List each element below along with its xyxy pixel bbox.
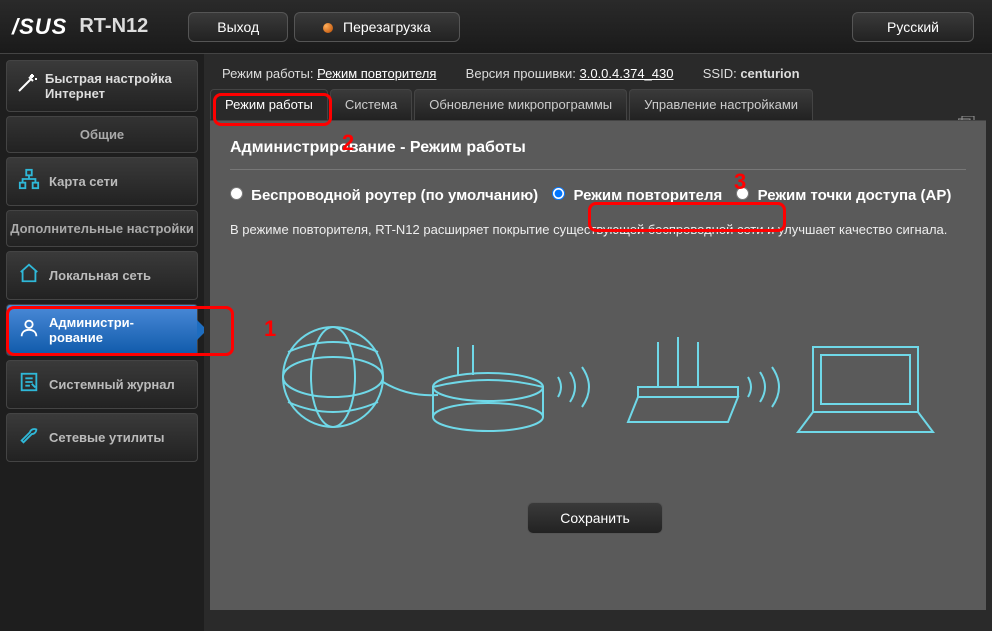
tools-label: Сетевые утилиты xyxy=(49,430,164,445)
save-button[interactable]: Сохранить xyxy=(527,502,663,534)
brand-logo: /SUS xyxy=(12,14,67,40)
reboot-icon xyxy=(323,23,333,33)
mode-description: В режиме повторителя, RT-N12 расширяет п… xyxy=(230,222,966,237)
tab-system[interactable]: Система xyxy=(330,89,412,120)
radio-repeater-input[interactable] xyxy=(552,187,565,200)
mode-radios: Беспроводной роутер (по умолчанию) Режим… xyxy=(230,184,966,208)
general-heading: Общие xyxy=(6,116,198,153)
main-area: Режим работы: Режим повторителя Версия п… xyxy=(204,54,992,631)
networkmap-label: Карта сети xyxy=(49,174,118,189)
tab-operation-mode[interactable]: Режим работы xyxy=(210,89,328,120)
mode-link[interactable]: Режим повторителя xyxy=(317,66,436,81)
user-icon xyxy=(15,317,43,344)
systemlog-label: Системный журнал xyxy=(49,377,175,392)
fw-link[interactable]: 3.0.0.4.374_430 xyxy=(580,66,674,81)
sidebar: Быстрая настройка Интернет Общие Карта с… xyxy=(0,54,204,631)
info-bar: Режим работы: Режим повторителя Версия п… xyxy=(204,54,992,89)
wand-icon xyxy=(15,71,39,101)
radio-ap[interactable]: Режим точки доступа (AP) xyxy=(736,187,951,204)
ssid-value: centurion xyxy=(740,66,799,81)
topology-diagram xyxy=(230,287,966,472)
radio-router[interactable]: Беспроводной роутер (по умолчанию) xyxy=(230,187,542,204)
logout-button[interactable]: Выход xyxy=(188,12,288,42)
log-icon xyxy=(15,371,43,398)
tab-settings-mgmt[interactable]: Управление настройками xyxy=(629,89,813,120)
administration-label: Администри- рование xyxy=(49,315,134,345)
lan-label: Локальная сеть xyxy=(49,268,151,283)
sidebar-item-lan[interactable]: Локальная сеть xyxy=(6,251,198,300)
advanced-heading: Дополнительные настройки xyxy=(6,210,198,247)
radio-repeater-label: Режим повторителя xyxy=(573,187,722,204)
language-select[interactable]: Русский xyxy=(852,12,974,42)
radio-ap-input[interactable] xyxy=(736,187,749,200)
qis-label: Быстрая настройка Интернет xyxy=(45,71,189,101)
reboot-label: Перезагрузка xyxy=(343,19,431,35)
wrench-icon xyxy=(15,424,43,451)
content-panel: Администрирование - Режим работы Беспров… xyxy=(210,120,986,610)
sidebar-item-tools[interactable]: Сетевые утилиты xyxy=(6,413,198,462)
reboot-button[interactable]: Перезагрузка xyxy=(294,12,460,42)
sidebar-item-administration[interactable]: Администри- рование xyxy=(6,304,198,356)
tab-firmware[interactable]: Обновление микропрограммы xyxy=(414,89,627,120)
qis-button[interactable]: Быстрая настройка Интернет xyxy=(6,60,198,112)
sidebar-item-systemlog[interactable]: Системный журнал xyxy=(6,360,198,409)
fw-label: Версия прошивки: xyxy=(466,66,576,81)
radio-repeater[interactable]: Режим повторителя xyxy=(552,187,726,204)
radio-router-label: Беспроводной роутер (по умолчанию) xyxy=(251,187,538,204)
tabs: Режим работы Система Обновление микропро… xyxy=(204,89,992,120)
radio-router-input[interactable] xyxy=(230,187,243,200)
home-icon xyxy=(15,262,43,289)
radio-ap-label: Режим точки доступа (AP) xyxy=(758,187,952,204)
model-name: RT-N12 xyxy=(79,15,148,38)
networkmap-icon xyxy=(15,168,43,195)
header-bar: /SUS RT-N12 Выход Перезагрузка Русский xyxy=(0,0,992,54)
ssid-label: SSID: xyxy=(703,66,737,81)
divider xyxy=(230,169,966,170)
sidebar-item-networkmap[interactable]: Карта сети xyxy=(6,157,198,206)
mode-label: Режим работы: xyxy=(222,66,313,81)
page-title: Администрирование - Режим работы xyxy=(230,139,966,157)
